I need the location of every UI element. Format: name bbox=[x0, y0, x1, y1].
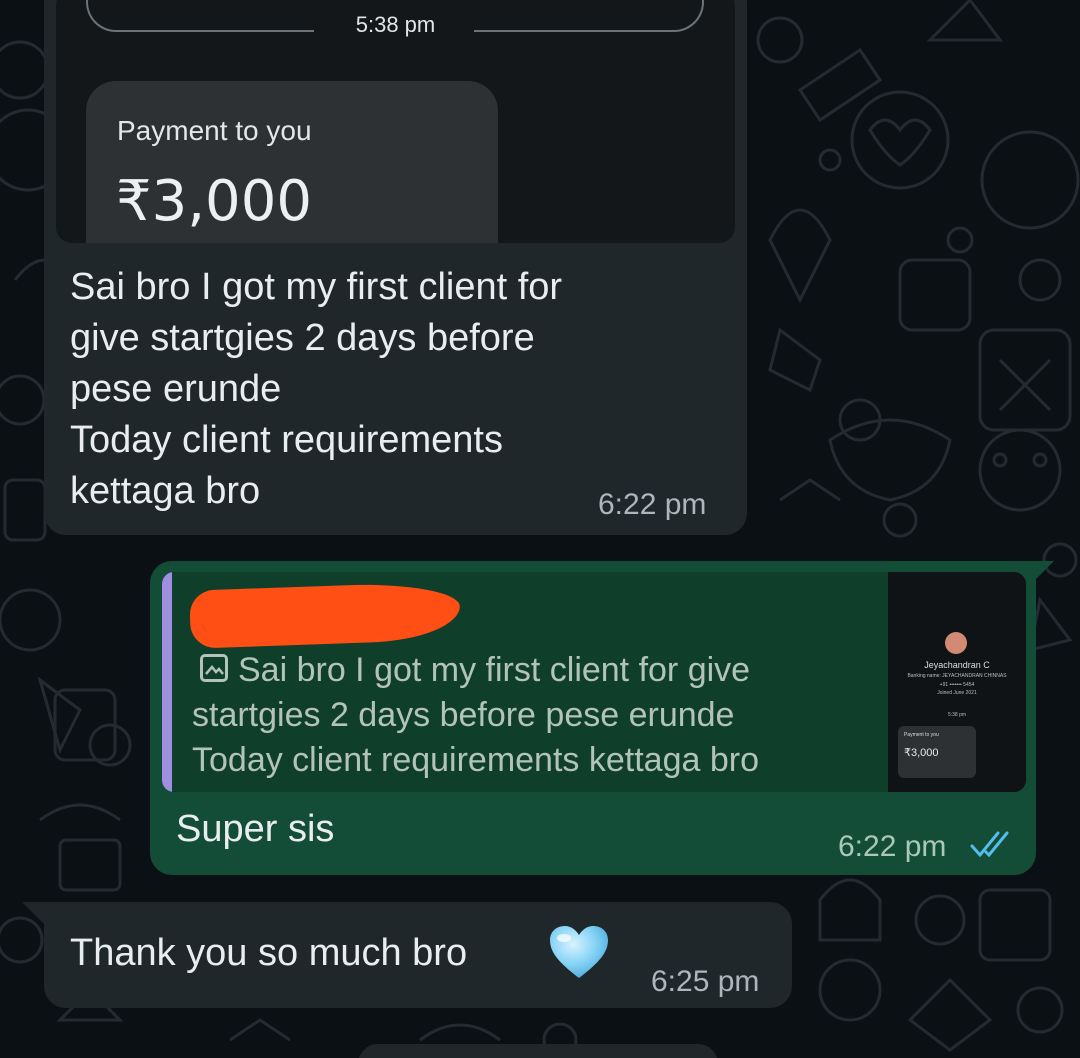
thumbnail-phone: +91 ••••••• 5454 bbox=[939, 682, 975, 688]
thumbnail-joined: Joined June 2021 bbox=[937, 690, 977, 696]
thumbnail-card-label: Payment to you bbox=[904, 732, 939, 738]
redacted-sender-name bbox=[189, 581, 461, 649]
thumbnail-payment-card: Payment to you ₹3,000 bbox=[898, 726, 976, 778]
next-message-bubble-partial[interactable] bbox=[358, 1044, 718, 1058]
thumbnail-time: 5:38 pm bbox=[947, 712, 967, 718]
double-check-read-icon bbox=[970, 831, 1009, 858]
thumbnail-banking-name: Banking name: JEYACHANDRAN CHINNAS bbox=[907, 673, 1007, 679]
incoming-message-text: Thank you so much bro bbox=[70, 932, 468, 974]
bubble-tail bbox=[1030, 561, 1054, 585]
thumbnail-card-amount: ₹3,000 bbox=[904, 747, 939, 759]
light-blue-heart-emoji bbox=[550, 926, 608, 978]
message-time: 6:22 pm bbox=[598, 488, 707, 521]
outgoing-message-text: Super sis bbox=[176, 808, 335, 850]
payment-card-amount: ₹3,000 bbox=[116, 169, 312, 234]
bubble-tail bbox=[22, 902, 46, 926]
quoted-text: Sai bro I got my first client for give s… bbox=[192, 651, 759, 779]
payment-screenshot-image[interactable]: 5:38 pm Payment to you ₹3,000 bbox=[56, 0, 735, 243]
quoted-message[interactable]: Sai bro I got my first client for give s… bbox=[162, 572, 1026, 792]
incoming-message-text: Sai bro I got my first client for give s… bbox=[70, 266, 563, 512]
avatar bbox=[945, 632, 967, 654]
thumbnail-name: Jeyachandran C bbox=[924, 660, 990, 670]
payment-card-label: Payment to you bbox=[117, 115, 312, 146]
message-time: 6:22 pm bbox=[838, 830, 947, 863]
image-time: 5:38 pm bbox=[355, 12, 436, 37]
quote-accent-bar bbox=[162, 572, 172, 792]
quoted-image-thumbnail[interactable]: Jeyachandran C Banking name: JEYACHANDRA… bbox=[888, 572, 1026, 792]
message-time: 6:25 pm bbox=[651, 965, 760, 998]
payment-card: Payment to you ₹3,000 bbox=[86, 81, 498, 243]
